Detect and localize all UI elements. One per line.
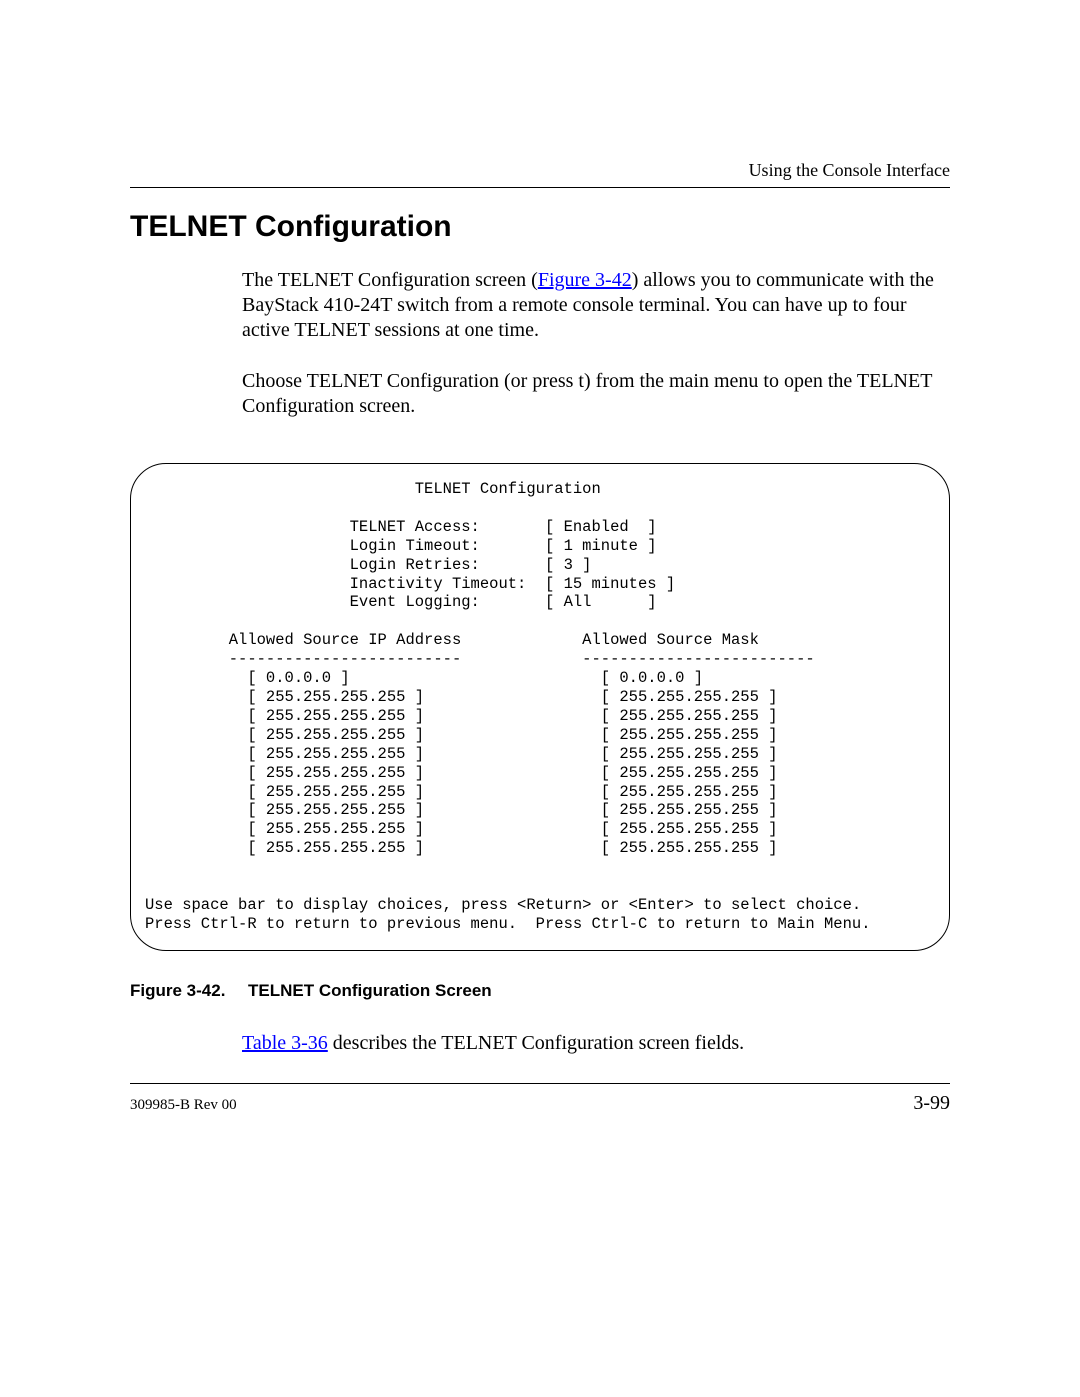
table-link[interactable]: Table 3-36 <box>242 1032 328 1054</box>
body-block: The TELNET Configuration screen (Figure … <box>242 268 950 419</box>
running-header: Using the Console Interface <box>130 160 950 181</box>
figure-link[interactable]: Figure 3-42 <box>538 269 632 291</box>
figure-caption: Figure 3-42.TELNET Configuration Screen <box>130 981 950 1001</box>
header-rule <box>130 187 950 188</box>
paragraph-3: Table 3-36 describes the TELNET Configur… <box>242 1031 950 1056</box>
footer-rule <box>130 1083 950 1084</box>
figure-label: Figure 3-42. <box>130 981 248 1001</box>
footer-doc-id: 309985-B Rev 00 <box>130 1097 237 1114</box>
page-footer: 309985-B Rev 00 3-99 <box>130 1083 950 1115</box>
document-page: Using the Console Interface TELNET Confi… <box>0 0 1080 1397</box>
terminal-figure: TELNET Configuration TELNET Access: [ En… <box>130 463 950 951</box>
p1-text-a: The TELNET Configuration screen ( <box>242 269 538 291</box>
paragraph-2: Choose TELNET Configuration (or press t)… <box>242 369 950 419</box>
p3-rest: describes the TELNET Configuration scree… <box>328 1032 744 1054</box>
terminal-screen: TELNET Configuration TELNET Access: [ En… <box>130 463 950 951</box>
paragraph-1: The TELNET Configuration screen (Figure … <box>242 268 950 343</box>
footer-row: 309985-B Rev 00 3-99 <box>130 1092 950 1115</box>
after-figure-block: Table 3-36 describes the TELNET Configur… <box>242 1031 950 1056</box>
figure-title: TELNET Configuration Screen <box>248 981 492 1000</box>
footer-page-number: 3-99 <box>913 1092 950 1115</box>
section-title: TELNET Configuration <box>130 210 950 244</box>
